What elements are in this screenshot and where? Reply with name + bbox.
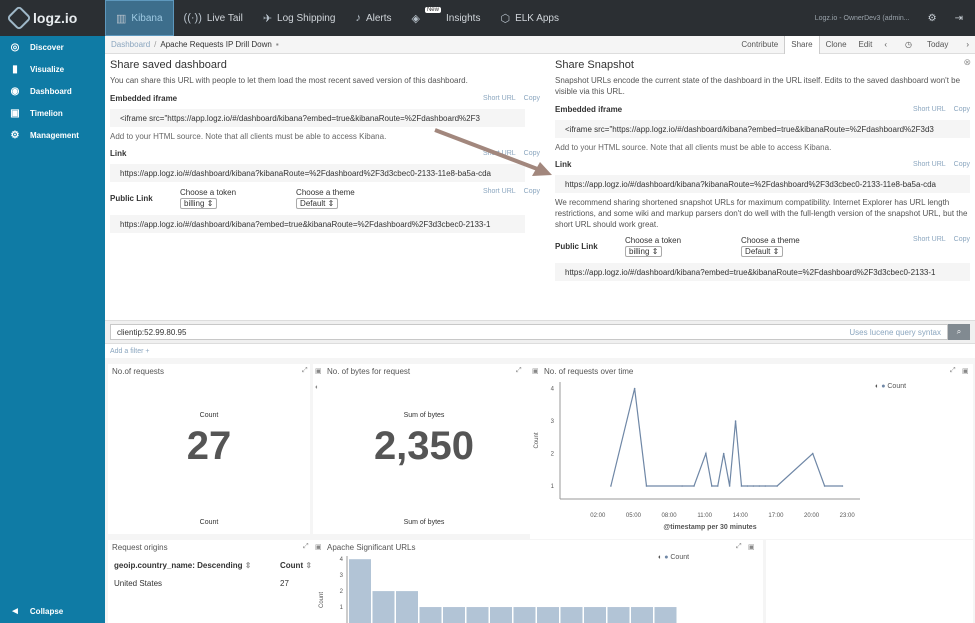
metric-footer: Sum of bytes [403, 519, 445, 526]
search-icon: ⌕ [956, 327, 962, 336]
table-cell-count: 27 [280, 579, 289, 588]
panel-empty [766, 540, 973, 623]
data-point [633, 387, 636, 390]
data-point [811, 452, 814, 455]
bar [607, 607, 630, 623]
x-tick-label: 02:00 [590, 513, 606, 519]
bar [349, 559, 371, 623]
header-label: Count [280, 561, 304, 570]
data-point [752, 485, 755, 487]
x-tick-label: 20:00 [804, 513, 820, 519]
y-tick-label: 3 [551, 419, 555, 425]
metric-value: 27 [186, 424, 232, 468]
y-axis-label: Count [534, 432, 540, 448]
data-point [645, 485, 648, 487]
data-point [610, 485, 612, 487]
data-point [746, 485, 749, 487]
metric-footer: Count [199, 519, 219, 526]
data-point [705, 452, 707, 455]
sort-icon: ⇕ [244, 561, 252, 570]
x-tick-label: 05:00 [626, 513, 642, 519]
data-point [734, 420, 737, 422]
data-point [711, 485, 713, 487]
data-point [758, 485, 761, 487]
sort-icon: ⇕ [305, 561, 313, 570]
data-point [740, 485, 743, 487]
x-tick-label: 08:00 [662, 513, 678, 519]
x-tick-label: 23:00 [840, 513, 856, 519]
x-tick-label: 11:00 [697, 513, 712, 519]
y-tick-label: 2 [340, 589, 344, 595]
bar [372, 591, 395, 623]
panel-bytes: ▣ No. of bytes for request ⤢ ◐ Sum of by… [313, 364, 535, 534]
y-tick-label: 1 [340, 605, 344, 611]
bar [419, 607, 442, 623]
table-header-count[interactable]: Count ⇕ [280, 561, 312, 570]
bar [560, 607, 583, 623]
panel-requests: No.of requests ⤢ Count 27 Count [108, 364, 310, 534]
panel-title: No. of bytes for request [327, 367, 411, 376]
y-tick-label: 4 [551, 387, 555, 393]
bar [396, 591, 418, 623]
bar [537, 607, 559, 623]
table-header-country[interactable]: geoip.country_name: Descending ⇕ [114, 561, 251, 570]
bar [631, 607, 653, 623]
add-filter-button[interactable]: Add a filter + [110, 348, 150, 355]
bar [466, 607, 489, 623]
query-bar: clientip:52.99.80.95 Uses lucene query s… [105, 320, 975, 344]
y-axis-label: Count [319, 592, 325, 608]
data-point [764, 485, 767, 487]
data-point [716, 485, 719, 487]
lucene-syntax-link[interactable]: Uses lucene query syntax [849, 328, 941, 337]
data-point [776, 485, 778, 487]
search-button[interactable]: ⌕ [948, 324, 970, 340]
expand-icon[interactable]: ⤢ [303, 543, 309, 551]
camera-icon[interactable]: ▣ [315, 367, 322, 375]
y-tick-label: 3 [340, 573, 344, 579]
bar-chart: 1 2 3 4 Count [319, 556, 677, 623]
panel-requests-over-time: ▣ No. of requests over time ⤢ ▣ ◐ ● Coun… [530, 364, 973, 539]
data-point [693, 485, 695, 487]
metric-value: 2,350 [373, 424, 475, 468]
x-axis-label: @timestamp per 30 minutes [663, 524, 756, 531]
data-point [728, 485, 731, 487]
expand-icon[interactable]: ⤢ [302, 367, 308, 375]
bar [490, 607, 512, 623]
data-point [722, 452, 725, 455]
panel-request-origins: Request origins ⤢ geoip.country_name: De… [108, 540, 313, 623]
table-cell-country: United States [114, 579, 163, 588]
search-input[interactable]: clientip:52.99.80.95 Uses lucene query s… [110, 324, 948, 340]
dashboard-grid: No.of requests ⤢ Count 27 Count ▣ No. of… [105, 358, 975, 623]
y-tick-label: 1 [551, 484, 555, 490]
line-chart: 1 2 3 4 02:00 05:00 08:00 11:00 14:00 17:00 20:00 2… [534, 382, 860, 531]
x-tick-label: 17:00 [768, 513, 784, 519]
metric-label: Count [199, 412, 219, 419]
x-tick-label: 14:00 [733, 513, 749, 519]
bar [513, 607, 536, 623]
series-line-count [610, 388, 843, 487]
header-label: geoip.country_name: Descending [114, 561, 243, 570]
y-tick-label: 2 [551, 452, 555, 458]
data-point [823, 485, 826, 487]
bar [654, 607, 677, 623]
panel-title: Request origins [112, 543, 168, 552]
query-text: clientip:52.99.80.95 [117, 327, 187, 337]
metric-label: Sum of bytes [403, 412, 445, 419]
toggle-icon[interactable]: ◐ [315, 384, 319, 391]
data-point [681, 485, 683, 487]
panel-title: No.of requests [112, 367, 165, 376]
bar [584, 607, 606, 623]
panel-significant-urls: ▣ Apache Significant URLs ⤢ ▣ ◐ ● Count … [313, 540, 763, 623]
expand-icon[interactable]: ⤢ [516, 367, 522, 375]
data-point [841, 485, 844, 487]
y-tick-label: 4 [340, 557, 344, 563]
bar [443, 607, 465, 623]
